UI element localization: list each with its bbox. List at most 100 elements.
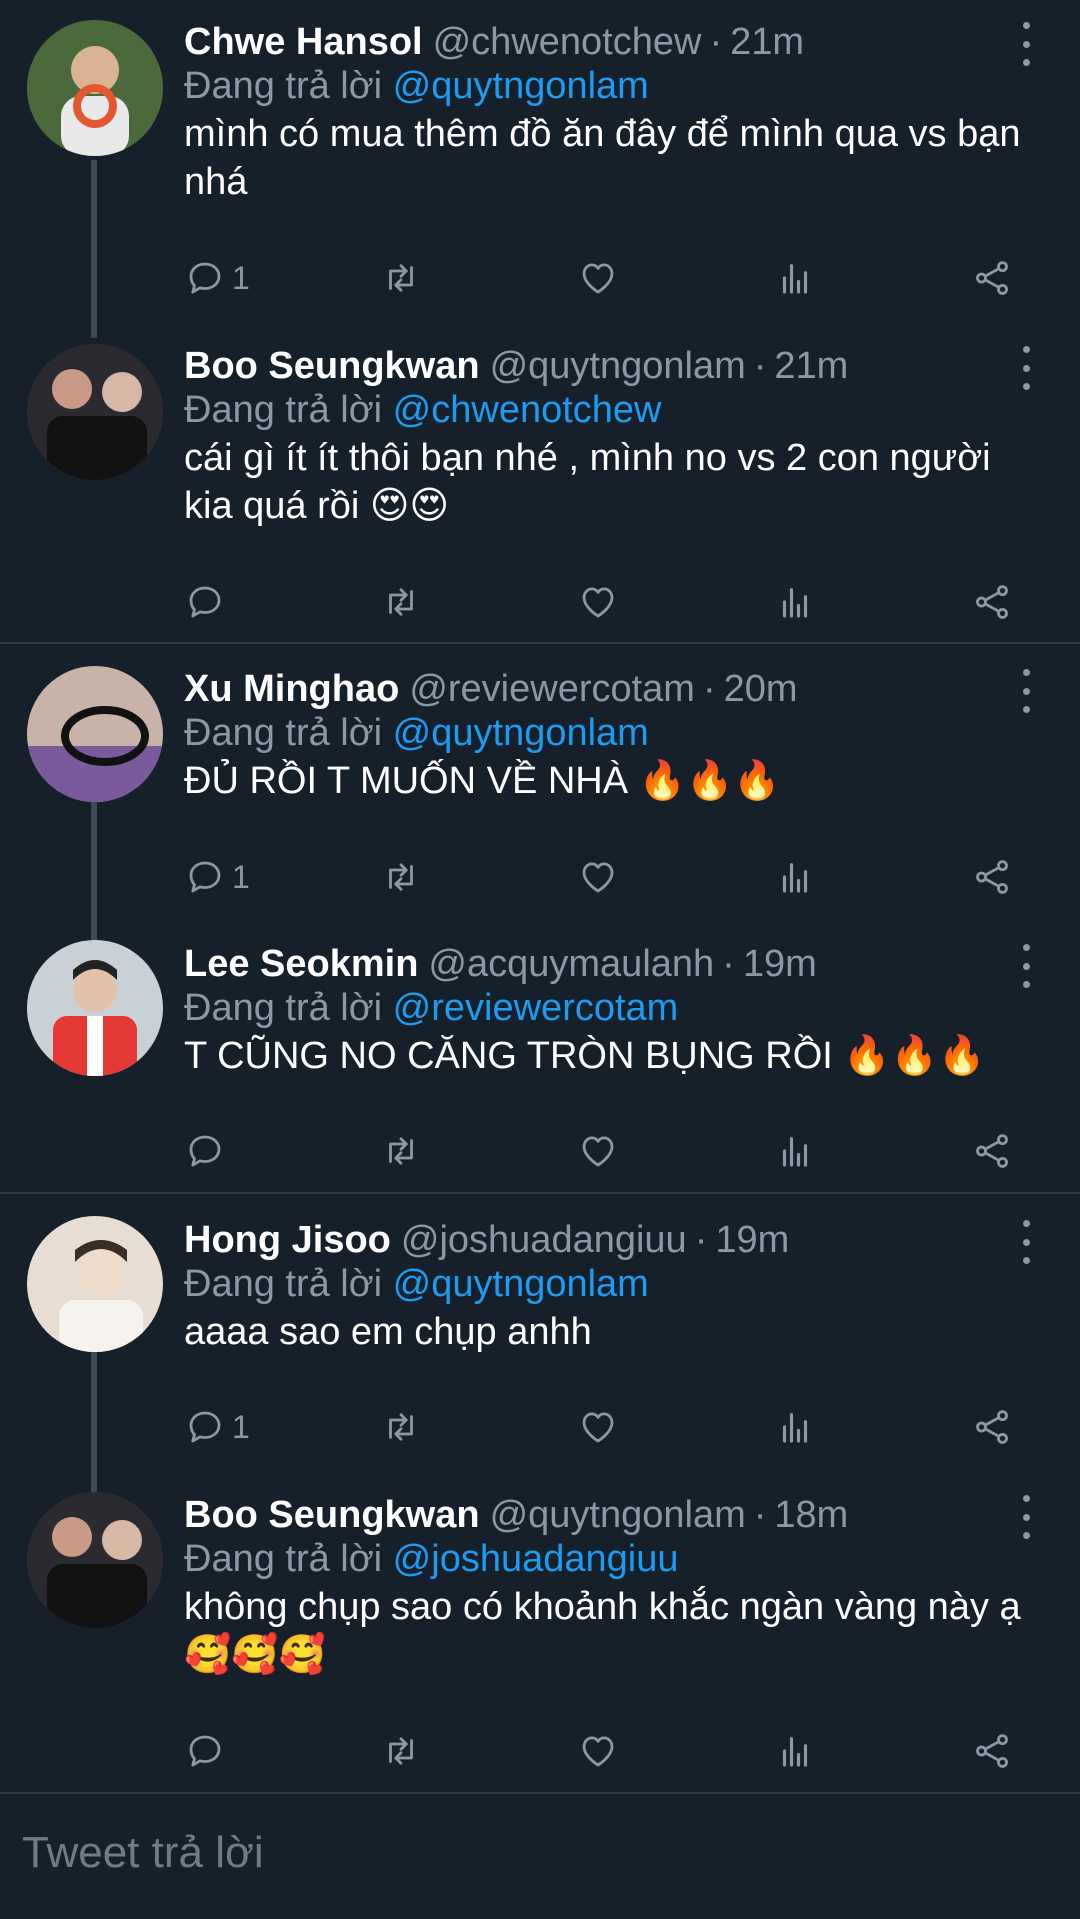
share-icon xyxy=(971,1406,1013,1448)
share-icon xyxy=(971,257,1013,299)
timestamp[interactable]: 20m xyxy=(724,665,798,713)
analytics-button[interactable] xyxy=(774,253,816,303)
share-button[interactable] xyxy=(971,577,1013,627)
reply-button[interactable] xyxy=(184,1126,226,1176)
share-button[interactable] xyxy=(971,253,1013,303)
reply-button[interactable]: 1 xyxy=(184,253,250,303)
retweet-button[interactable] xyxy=(380,1726,422,1776)
retweet-button[interactable] xyxy=(380,577,422,627)
mention-link[interactable]: @joshuadangiuu xyxy=(393,1538,679,1580)
mention-link[interactable]: @quytngonlam xyxy=(393,65,649,107)
share-button[interactable] xyxy=(971,1126,1013,1176)
user-handle[interactable]: @chwenotchew xyxy=(433,18,702,66)
replying-to: Đang trả lời @joshuadangiuu xyxy=(184,1535,678,1583)
retweet-button[interactable] xyxy=(380,852,422,902)
share-icon xyxy=(971,856,1013,898)
like-icon xyxy=(577,1406,619,1448)
retweet-button[interactable] xyxy=(380,253,422,303)
replying-prefix: Đang trả lời xyxy=(184,712,383,754)
user-name[interactable]: Boo Seungkwan xyxy=(184,342,480,390)
tweet[interactable]: Lee Seokmin @acquymaulanh · 19m Đang trả… xyxy=(0,940,1080,1190)
like-icon xyxy=(577,1730,619,1772)
more-icon[interactable] xyxy=(1016,669,1036,713)
share-icon xyxy=(971,1730,1013,1772)
analytics-button[interactable] xyxy=(774,1402,816,1452)
user-name[interactable]: Xu Minghao xyxy=(184,665,399,713)
reply-icon xyxy=(184,1130,226,1172)
reply-button[interactable] xyxy=(184,1726,226,1776)
retweet-icon xyxy=(380,1730,422,1772)
separator: · xyxy=(753,1494,767,1536)
like-icon xyxy=(577,257,619,299)
mention-link[interactable]: @quytngonlam xyxy=(393,712,649,754)
timestamp[interactable]: 21m xyxy=(730,18,804,66)
more-icon[interactable] xyxy=(1016,346,1036,390)
reply-button[interactable] xyxy=(184,577,226,627)
divider xyxy=(0,1192,1080,1194)
user-handle[interactable]: @quytngonlam xyxy=(490,1491,746,1539)
like-button[interactable] xyxy=(577,253,619,303)
user-name[interactable]: Hong Jisoo xyxy=(184,1216,391,1264)
user-name[interactable]: Lee Seokmin xyxy=(184,940,418,988)
retweet-icon xyxy=(380,1406,422,1448)
reply-input[interactable]: Tweet trả lời xyxy=(22,1823,264,1883)
share-button[interactable] xyxy=(971,1726,1013,1776)
mention-link[interactable]: @quytngonlam xyxy=(393,1263,649,1305)
mention-link[interactable]: @reviewercotam xyxy=(393,987,679,1029)
user-name[interactable]: Boo Seungkwan xyxy=(184,1491,480,1539)
user-handle[interactable]: @quytngonlam xyxy=(490,342,746,390)
share-button[interactable] xyxy=(971,1402,1013,1452)
reply-composer[interactable]: Tweet trả lời xyxy=(0,1795,1080,1919)
like-icon xyxy=(577,1130,619,1172)
like-button[interactable] xyxy=(577,852,619,902)
user-handle[interactable]: @joshuadangiuu xyxy=(401,1216,687,1264)
replying-prefix: Đang trả lời xyxy=(184,1263,383,1305)
analytics-icon xyxy=(774,1730,816,1772)
tweet[interactable]: Hong Jisoo @joshuadangiuu · 19m Đang trả… xyxy=(0,1216,1080,1466)
timestamp[interactable]: 18m xyxy=(774,1491,848,1539)
reply-button[interactable]: 1 xyxy=(184,1402,250,1452)
analytics-button[interactable] xyxy=(774,577,816,627)
more-icon[interactable] xyxy=(1016,1495,1036,1539)
tweet-text: T CŨNG NO CĂNG TRÒN BỤNG RỒI 🔥🔥🔥 xyxy=(184,1035,986,1077)
timestamp[interactable]: 21m xyxy=(774,342,848,390)
replying-to: Đang trả lời @reviewercotam xyxy=(184,984,678,1032)
user-handle[interactable]: @acquymaulanh xyxy=(428,940,714,988)
action-bar: 1 xyxy=(184,253,1024,303)
analytics-button[interactable] xyxy=(774,1126,816,1176)
mention-link[interactable]: @chwenotchew xyxy=(393,389,662,431)
more-icon[interactable] xyxy=(1016,944,1036,988)
retweet-button[interactable] xyxy=(380,1402,422,1452)
tweet[interactable]: Chwe Hansol @chwenotchew · 21m Đang trả … xyxy=(0,18,1080,318)
like-button[interactable] xyxy=(577,1126,619,1176)
user-handle[interactable]: @reviewercotam xyxy=(409,665,695,713)
tweet[interactable]: Xu Minghao @reviewercotam · 20m Đang trả… xyxy=(0,665,1080,915)
timestamp[interactable]: 19m xyxy=(715,1216,789,1264)
like-button[interactable] xyxy=(577,577,619,627)
action-bar xyxy=(184,1126,1024,1176)
reply-count: 1 xyxy=(232,259,250,296)
user-name[interactable]: Chwe Hansol xyxy=(184,18,423,66)
more-icon[interactable] xyxy=(1016,22,1036,66)
replying-to: Đang trả lời @quytngonlam xyxy=(184,1260,649,1308)
tweet[interactable]: Boo Seungkwan @quytngonlam · 21m Đang tr… xyxy=(0,342,1080,642)
like-button[interactable] xyxy=(577,1726,619,1776)
analytics-button[interactable] xyxy=(774,1726,816,1776)
analytics-button[interactable] xyxy=(774,852,816,902)
replying-to: Đang trả lời @quytngonlam xyxy=(184,709,649,757)
separator: · xyxy=(722,943,735,985)
reply-button[interactable]: 1 xyxy=(184,852,250,902)
more-icon[interactable] xyxy=(1016,1220,1036,1264)
retweet-button[interactable] xyxy=(380,1126,422,1176)
like-icon xyxy=(577,856,619,898)
replying-prefix: Đang trả lời xyxy=(184,1538,383,1580)
tweet[interactable]: Boo Seungkwan @quytngonlam · 18m Đang tr… xyxy=(0,1491,1080,1791)
timestamp[interactable]: 19m xyxy=(743,940,817,988)
reply-icon xyxy=(184,581,226,623)
share-button[interactable] xyxy=(971,852,1013,902)
analytics-icon xyxy=(774,257,816,299)
tweet-text: không chụp sao có khoảnh khắc ngàn vàng … xyxy=(184,1586,1021,1676)
tweet-text: cái gì ít ít thôi bạn nhé , mình no vs 2… xyxy=(184,437,991,527)
replying-prefix: Đang trả lời xyxy=(184,389,383,431)
like-button[interactable] xyxy=(577,1402,619,1452)
